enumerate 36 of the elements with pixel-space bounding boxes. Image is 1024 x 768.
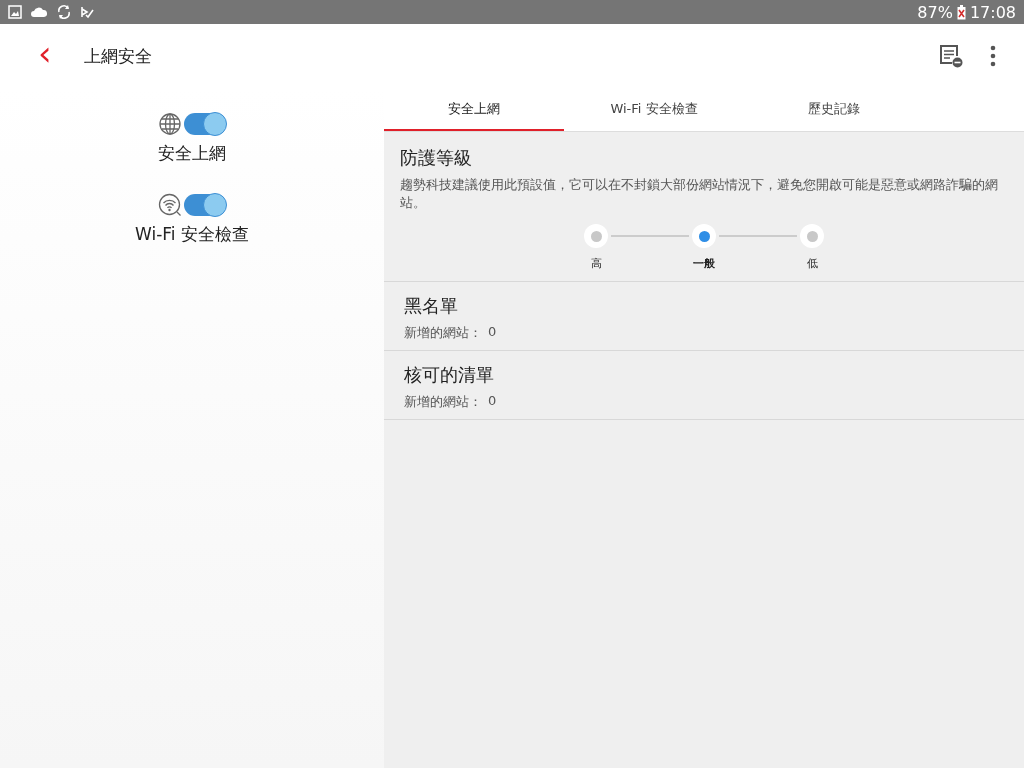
image-icon	[8, 5, 22, 19]
more-menu-icon[interactable]	[990, 45, 996, 67]
globe-icon	[158, 112, 182, 136]
level-label: 一般	[693, 256, 715, 271]
level-label: 低	[806, 256, 818, 271]
clock: 17:08	[969, 2, 1016, 22]
count-value: 0	[488, 324, 497, 341]
list-row[interactable]: 黑名單 新增的網站： 0	[384, 282, 1024, 351]
section-description: 趨勢科技建議使用此預設值，它可以在不封鎖大部份網站情況下，避免您開啟可能是惡意或網路詐騙的網站。	[400, 176, 999, 212]
screen-title: 上網安全	[83, 44, 152, 68]
list-title: 核可的清單	[404, 363, 495, 387]
section-title: 防護等級	[400, 146, 473, 170]
toggle-switch[interactable]	[184, 113, 226, 135]
tab[interactable]: 安全上網	[384, 88, 564, 131]
list-row[interactable]: 核可的清單 新增的網站： 0	[384, 351, 1024, 420]
checklist-icon	[80, 5, 94, 19]
toggle-switch[interactable]	[184, 194, 226, 216]
level-radio[interactable]	[800, 224, 824, 248]
wifi-search-icon	[158, 193, 182, 217]
level-label: 高	[590, 256, 602, 271]
level-radio[interactable]	[692, 224, 716, 248]
list-remove-icon[interactable]	[938, 43, 964, 69]
level-radio[interactable]	[584, 224, 608, 248]
tab[interactable]: 歷史記錄	[744, 88, 924, 131]
cloud-icon	[30, 6, 48, 18]
battery-percent: 87%	[917, 2, 953, 22]
sync-icon	[56, 4, 72, 20]
tab[interactable]: Wi-Fi 安全檢查	[564, 88, 744, 131]
count-label: 新增的網站：	[404, 324, 482, 342]
count-label: 新增的網站：	[404, 393, 482, 411]
list-title: 黑名單	[404, 294, 459, 318]
battery-icon	[956, 4, 966, 20]
count-value: 0	[488, 393, 497, 410]
feature-label: Wi-Fi 安全檢查	[135, 223, 249, 246]
back-button[interactable]: ‹	[32, 36, 58, 76]
feature-label: 安全上網	[158, 142, 226, 165]
